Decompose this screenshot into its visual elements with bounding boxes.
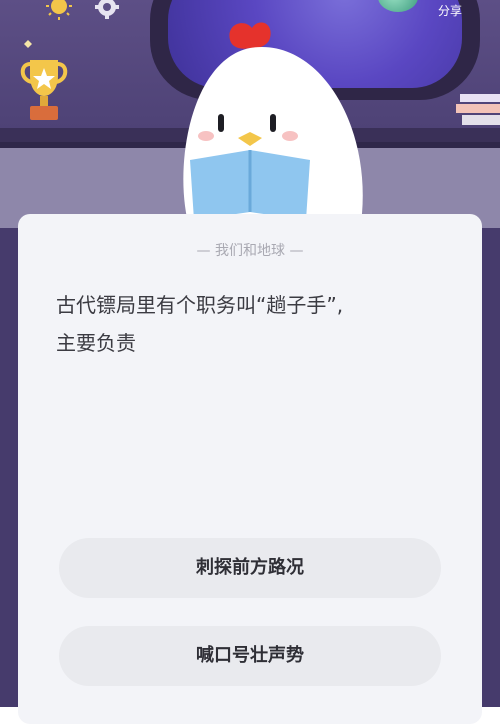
answer-option-2-button[interactable]: 喊口号壮声势 bbox=[59, 626, 441, 686]
books-icon bbox=[456, 94, 500, 125]
question-line-2: 主要负责 bbox=[56, 331, 136, 355]
gear-icon bbox=[95, 0, 119, 19]
chicken-mascot-icon bbox=[183, 22, 363, 230]
trophy-icon bbox=[20, 40, 68, 120]
share-label[interactable]: 分享 bbox=[438, 2, 462, 19]
answer-option-1-button[interactable]: 刺探前方路况 bbox=[59, 538, 441, 598]
sun-icon bbox=[46, 0, 72, 20]
question-line-1: 古代镖局里有个职务叫“趟子手”, bbox=[56, 293, 344, 317]
question-text: 古代镖局里有个职务叫“趟子手”, 主要负责 bbox=[56, 286, 456, 362]
category-label: — 我们和地球 — bbox=[196, 243, 304, 259]
